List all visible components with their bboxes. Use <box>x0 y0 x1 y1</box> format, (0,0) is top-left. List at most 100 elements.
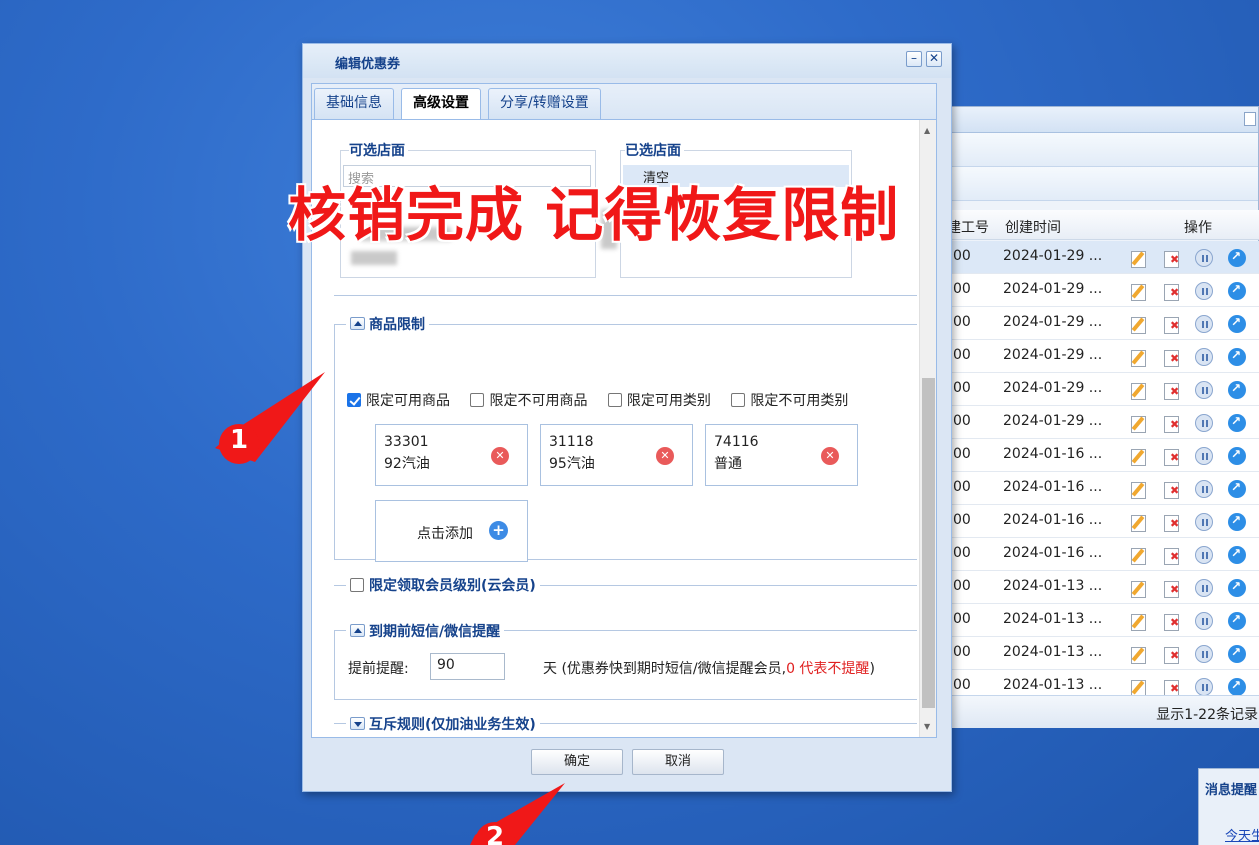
delete-icon[interactable] <box>1163 381 1181 400</box>
delete-icon[interactable] <box>1163 249 1181 268</box>
edit-icon[interactable] <box>1130 282 1148 301</box>
pause-icon[interactable] <box>1195 645 1213 663</box>
scroll-down-icon[interactable]: ▼ <box>924 722 930 731</box>
minimize-icon[interactable] <box>1244 112 1256 126</box>
blurred-store[interactable] <box>351 251 397 265</box>
table-row[interactable]: 00 2024-01-29 ... <box>947 307 1259 340</box>
share-icon[interactable] <box>1228 645 1246 663</box>
checkbox-checked[interactable] <box>347 393 361 407</box>
delete-icon[interactable] <box>1163 546 1181 565</box>
delete-icon[interactable] <box>1163 678 1181 695</box>
collapse-icon[interactable] <box>350 624 365 637</box>
pause-icon[interactable] <box>1195 612 1213 630</box>
checkbox[interactable] <box>470 393 485 407</box>
column-header-staff-no[interactable]: 建工号 <box>947 217 989 237</box>
tab-basic-info[interactable]: 基础信息 <box>314 88 394 119</box>
member-level-legend[interactable]: 限定领取会员级别(云会员) <box>346 575 540 595</box>
add-product-button[interactable]: 点击添加 + <box>375 500 528 562</box>
delete-icon[interactable] <box>1163 579 1181 598</box>
ok-button[interactable]: 确定 <box>531 749 623 775</box>
minimize-icon[interactable]: – <box>906 51 922 67</box>
checkbox-limit-unavailable-products[interactable]: 限定不可用商品 <box>470 390 587 410</box>
table-row[interactable]: 00 2024-01-29 ... <box>947 340 1259 373</box>
edit-icon[interactable] <box>1130 579 1148 598</box>
share-icon[interactable] <box>1228 546 1246 564</box>
share-icon[interactable] <box>1228 678 1246 695</box>
delete-icon[interactable] <box>1163 414 1181 433</box>
pause-icon[interactable] <box>1195 678 1213 695</box>
tab-share-settings[interactable]: 分享/转赠设置 <box>488 88 601 119</box>
collapse-icon[interactable] <box>350 317 365 330</box>
checkbox[interactable] <box>350 578 364 592</box>
table-row[interactable]: 00 2024-01-29 ... <box>947 373 1259 406</box>
pause-icon[interactable] <box>1195 447 1213 465</box>
edit-icon[interactable] <box>1130 480 1148 499</box>
pause-icon[interactable] <box>1195 249 1213 267</box>
checkbox-limit-available-products[interactable]: 限定可用商品 <box>347 390 450 410</box>
pause-icon[interactable] <box>1195 348 1213 366</box>
edit-icon[interactable] <box>1130 612 1148 631</box>
share-icon[interactable] <box>1228 348 1246 366</box>
reminder-legend[interactable]: 到期前短信/微信提醒 <box>346 621 505 641</box>
checkbox[interactable] <box>731 393 746 407</box>
pause-icon[interactable] <box>1195 546 1213 564</box>
share-icon[interactable] <box>1228 315 1246 333</box>
delete-icon[interactable] <box>1163 645 1181 664</box>
table-row[interactable]: 00 2024-01-13 ... <box>947 571 1259 604</box>
message-link[interactable]: 今天生 <box>1225 825 1259 844</box>
table-row[interactable]: 00 2024-01-13 ... <box>947 604 1259 637</box>
edit-icon[interactable] <box>1130 513 1148 532</box>
table-row[interactable]: 00 2024-01-29 ... <box>947 274 1259 307</box>
table-row[interactable]: 00 2024-01-13 ... <box>947 670 1259 695</box>
checkbox[interactable] <box>607 393 622 407</box>
pause-icon[interactable] <box>1195 282 1213 300</box>
column-header-created-time[interactable]: 创建时间 <box>1005 217 1061 237</box>
share-icon[interactable] <box>1228 513 1246 531</box>
edit-icon[interactable] <box>1130 249 1148 268</box>
delete-icon[interactable] <box>1163 348 1181 367</box>
share-icon[interactable] <box>1228 249 1246 267</box>
edit-icon[interactable] <box>1130 678 1148 695</box>
dialog-titlebar[interactable]: 编辑优惠券 <box>303 44 951 78</box>
delete-icon[interactable] <box>1163 612 1181 631</box>
share-icon[interactable] <box>1228 381 1246 399</box>
share-icon[interactable] <box>1228 414 1246 432</box>
checkbox-limit-available-categories[interactable]: 限定可用类别 <box>607 390 711 410</box>
edit-icon[interactable] <box>1130 447 1148 466</box>
pause-icon[interactable] <box>1195 381 1213 399</box>
tab-advanced-settings[interactable]: 高级设置 <box>401 88 481 121</box>
scrollbar-thumb[interactable] <box>922 378 935 708</box>
delete-icon[interactable] <box>1163 315 1181 334</box>
share-icon[interactable] <box>1228 579 1246 597</box>
table-row[interactable]: 00 2024-01-13 ... <box>947 637 1259 670</box>
edit-icon[interactable] <box>1130 381 1148 400</box>
close-icon[interactable]: ✕ <box>926 51 942 67</box>
pause-icon[interactable] <box>1195 480 1213 498</box>
checkbox-limit-unavailable-categories[interactable]: 限定不可用类别 <box>731 390 848 410</box>
table-row[interactable]: 00 2024-01-16 ... <box>947 505 1259 538</box>
edit-icon[interactable] <box>1130 645 1148 664</box>
share-icon[interactable] <box>1228 447 1246 465</box>
product-limit-legend[interactable]: 商品限制 <box>346 314 429 334</box>
pause-icon[interactable] <box>1195 315 1213 333</box>
remove-icon[interactable]: ✕ <box>821 447 839 465</box>
edit-icon[interactable] <box>1130 315 1148 334</box>
edit-icon[interactable] <box>1130 414 1148 433</box>
table-row[interactable]: 00 2024-01-16 ... <box>947 538 1259 571</box>
cancel-button[interactable]: 取消 <box>632 749 724 775</box>
scroll-up-icon[interactable]: ▲ <box>924 126 930 135</box>
table-row[interactable]: 00 2024-01-16 ... <box>947 472 1259 505</box>
table-row[interactable]: 00 2024-01-29 ... <box>947 241 1259 274</box>
share-icon[interactable] <box>1228 612 1246 630</box>
reminder-days-input[interactable]: 90 <box>430 653 505 680</box>
share-icon[interactable] <box>1228 282 1246 300</box>
remove-icon[interactable]: ✕ <box>656 447 674 465</box>
pause-icon[interactable] <box>1195 414 1213 432</box>
pause-icon[interactable] <box>1195 513 1213 531</box>
vertical-scrollbar[interactable]: ▲ ▼ <box>919 120 936 737</box>
table-row[interactable]: 00 2024-01-16 ... <box>947 439 1259 472</box>
exclusive-rules-legend[interactable]: 互斥规则(仅加油业务生效) <box>346 714 540 734</box>
delete-icon[interactable] <box>1163 282 1181 301</box>
share-icon[interactable] <box>1228 480 1246 498</box>
delete-icon[interactable] <box>1163 447 1181 466</box>
